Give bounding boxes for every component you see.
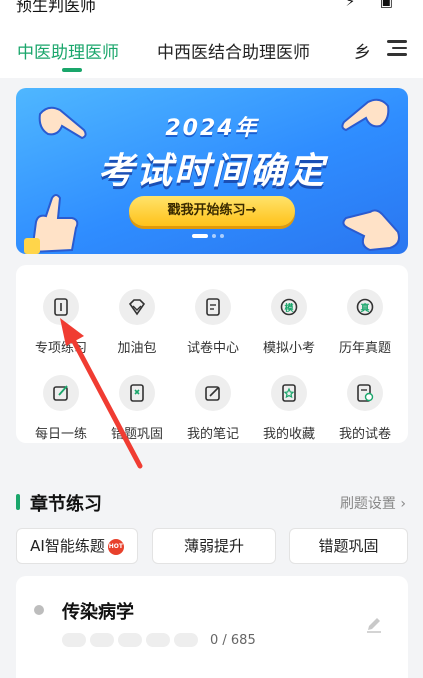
grid-item-label: 每日一练 (34, 427, 87, 442)
grid-item-my-papers[interactable]: 我的试卷 (326, 359, 404, 442)
grid-item-boost-pack[interactable]: 加油包 (98, 273, 176, 356)
status-dot (34, 605, 44, 615)
weak-point-button[interactable]: 薄弱提升 (152, 528, 276, 564)
start-practice-button[interactable]: 戳我开始练习→ (129, 196, 295, 226)
tab-integrated-assistant[interactable]: 中西医结合助理医师 (157, 38, 310, 63)
grid-item-daily-practice[interactable]: 每日一练 (22, 359, 100, 442)
document-icon (195, 289, 231, 325)
grid-item-error-review[interactable]: 错题巩固 (98, 359, 176, 442)
status-bar: 预生判医师 ⚡ ▣ (0, 0, 423, 18)
chapter-card[interactable]: 传染病学 0 / 685 (16, 576, 408, 678)
grid-item-my-favorites[interactable]: 我的收藏 (250, 359, 328, 442)
progress-segment (62, 633, 86, 647)
banner-headline: 考试时间确定 (97, 151, 326, 192)
history-icon: 真 (347, 289, 383, 325)
pen-icon (43, 375, 79, 411)
paper-icon (347, 375, 383, 411)
grid-item-paper-center[interactable]: 试卷中心 (174, 273, 252, 356)
grid-item-my-notes[interactable]: 我的笔记 (174, 359, 252, 442)
diamond-icon (119, 289, 155, 325)
feature-grid: 专项练习 加油包 试卷中心 模 模拟小考 真 历年真题 每日一练 错题巩固 我的… (16, 265, 408, 443)
error-review-button[interactable]: 错题巩固 (289, 528, 408, 564)
status-icons: ⚡ ▣ (345, 0, 403, 10)
thumbs-hand-icon (24, 194, 79, 254)
chip-label: AI智能练题 (30, 537, 105, 555)
section-accent-bar (16, 494, 20, 510)
progress-segment (90, 633, 114, 647)
section-title: 章节练习 (30, 494, 102, 515)
star-icon (271, 375, 307, 411)
exam-icon: 模 (271, 289, 307, 325)
grid-item-label: 加油包 (117, 341, 157, 356)
progress-segment (174, 633, 198, 647)
grid-item-label: 我的收藏 (262, 427, 315, 442)
practice-settings-link[interactable]: 刷题设置 › (340, 493, 406, 513)
hot-badge: HOT (107, 538, 124, 555)
grid-item-label: 我的试卷 (338, 427, 391, 442)
grid-item-label: 试卷中心 (186, 341, 239, 356)
progress-segment (146, 633, 170, 647)
banner-year: 2024年 (165, 116, 259, 141)
grid-item-mock-quiz[interactable]: 模 模拟小考 (250, 273, 328, 356)
progress-count: 0 / 685 (210, 633, 256, 648)
grid-item-label: 错题巩固 (110, 427, 163, 442)
book-icon (43, 289, 79, 325)
tab-rural[interactable]: 乡 (354, 38, 371, 63)
grid-item-label: 专项练习 (34, 341, 87, 356)
svg-text:真: 真 (360, 302, 369, 314)
top-nav: 中医助理医师 中西医结合助理医师 乡 (0, 18, 423, 78)
progress-segment (118, 633, 142, 647)
grid-item-label: 我的笔记 (186, 427, 239, 442)
note-icon (195, 375, 231, 411)
chapter-practice-header: 章节练习 刷题设置 › (16, 488, 408, 518)
promo-banner[interactable]: 2024年 考试时间确定 戳我开始练习→ (16, 88, 408, 254)
grid-item-label: 历年真题 (338, 341, 391, 356)
svg-text:模: 模 (284, 302, 294, 314)
error-book-icon (119, 375, 155, 411)
chapter-name: 传染病学 (62, 602, 134, 623)
tab-tcm-assistant[interactable]: 中医助理医师 (17, 38, 119, 63)
grid-item-label: 模拟小考 (262, 341, 315, 356)
menu-icon[interactable] (387, 40, 407, 56)
ai-practice-button[interactable]: AI智能练题 HOT (16, 528, 138, 564)
grid-item-special-practice[interactable]: 专项练习 (22, 273, 100, 356)
pointing-hand-icon (342, 209, 400, 252)
carousel-dots[interactable] (192, 234, 252, 240)
active-tab-indicator (62, 68, 82, 72)
grid-item-past-exams[interactable]: 真 历年真题 (326, 273, 404, 356)
status-text: 预生判医师 (16, 0, 97, 15)
edit-icon[interactable] (364, 614, 384, 634)
